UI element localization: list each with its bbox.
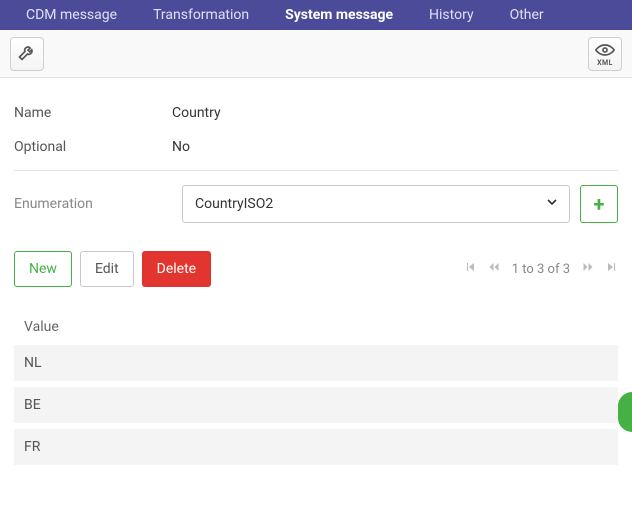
content: Name Country Optional No Enumeration Cou… — [0, 78, 632, 465]
pagination: 1 to 3 of 3 — [464, 261, 618, 277]
name-label: Name — [14, 105, 172, 121]
crud-buttons: New Edit Delete — [14, 251, 211, 287]
pagination-text: 1 to 3 of 3 — [512, 262, 570, 277]
edit-button[interactable]: Edit — [80, 251, 134, 287]
new-button[interactable]: New — [14, 251, 72, 287]
enumeration-select[interactable]: CountryISO2 — [182, 185, 570, 223]
page-first-button[interactable] — [464, 261, 476, 277]
table-row[interactable]: BE — [14, 387, 618, 423]
table-row[interactable]: NL — [14, 345, 618, 381]
eye-xml-icon: XML — [595, 40, 615, 67]
field-enumeration: Enumeration CountryISO2 + — [14, 185, 618, 223]
settings-button[interactable] — [10, 37, 44, 71]
tab-cdm-message[interactable]: CDM message — [8, 0, 135, 30]
tab-transformation[interactable]: Transformation — [135, 0, 267, 30]
top-nav: CDM message Transformation System messag… — [0, 0, 632, 30]
tab-history[interactable]: History — [411, 0, 492, 30]
chevron-next-icon — [582, 261, 594, 277]
wrench-icon — [17, 42, 37, 66]
field-optional: Optional No — [14, 130, 618, 164]
table-header-value: Value — [14, 309, 618, 345]
table-row[interactable]: FR — [14, 429, 618, 465]
side-drawer-handle[interactable] — [618, 392, 632, 432]
enumeration-selected-text: CountryISO2 — [195, 196, 273, 212]
add-enumeration-button[interactable]: + — [580, 185, 618, 223]
separator — [14, 170, 618, 171]
toolbar: XML — [0, 30, 632, 78]
plus-icon: + — [594, 192, 605, 216]
optional-value: No — [172, 139, 190, 155]
chevron-prev-icon — [488, 261, 500, 277]
values-table: Value NL BE FR — [14, 309, 618, 465]
tab-system-message[interactable]: System message — [267, 0, 411, 30]
delete-button[interactable]: Delete — [142, 251, 211, 287]
tab-other[interactable]: Other — [492, 0, 562, 30]
optional-label: Optional — [14, 139, 172, 155]
chevron-first-icon — [464, 261, 476, 277]
field-name: Name Country — [14, 96, 618, 130]
page-prev-button[interactable] — [488, 261, 500, 277]
xml-view-button[interactable]: XML — [588, 37, 622, 71]
name-value: Country — [172, 105, 221, 121]
page-last-button[interactable] — [606, 261, 618, 277]
chevron-last-icon — [606, 261, 618, 277]
page-next-button[interactable] — [582, 261, 594, 277]
enumeration-select-wrap: CountryISO2 — [182, 185, 570, 223]
actions-row: New Edit Delete 1 to 3 of 3 — [14, 251, 618, 287]
enumeration-label: Enumeration — [14, 196, 172, 212]
